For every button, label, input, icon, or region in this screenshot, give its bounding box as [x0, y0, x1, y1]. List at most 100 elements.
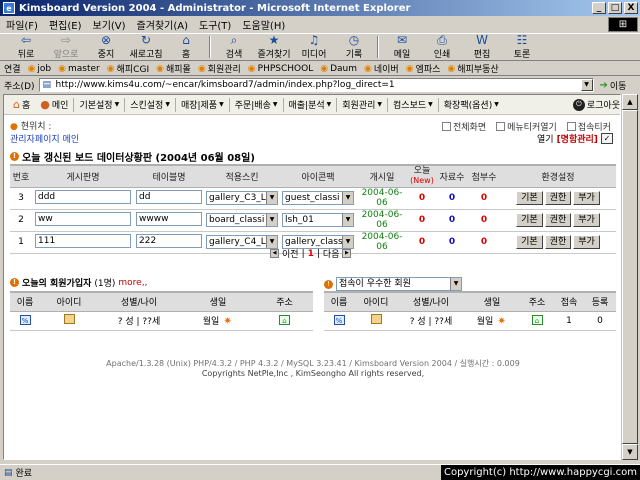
permission-button[interactable]: 권한 — [544, 191, 572, 205]
maximize-button[interactable]: □ — [608, 2, 622, 14]
toolbar-back-arrow-button[interactable]: ⇦ 뒤로 — [6, 34, 46, 61]
table-name-input[interactable]: 222 — [136, 233, 202, 248]
next-arrow-icon[interactable]: ▶ — [342, 249, 352, 258]
permission-button[interactable]: 권한 — [544, 235, 572, 249]
cell-today: 0 — [408, 231, 436, 254]
table-name-input[interactable]: dd — [136, 189, 202, 204]
nav-item[interactable]: 회원관리 ▼ — [337, 98, 387, 111]
card-manage-link[interactable]: [명함관리] — [557, 132, 598, 145]
extra-button[interactable]: 부가 — [573, 191, 600, 205]
iconpack-select[interactable]: lsh_01 ▼ — [282, 213, 354, 227]
basic-button[interactable]: 기본 — [516, 191, 543, 205]
home-address-icon[interactable]: ⌂ — [279, 315, 290, 325]
checkbox[interactable] — [496, 122, 506, 131]
prev-arrow-icon[interactable]: ◀ — [270, 249, 279, 258]
iconpack-select[interactable]: guest_classi ▼ — [282, 191, 354, 205]
address-input[interactable]: ▤ http://www.kims4u.com/~encar/kimsboard… — [38, 78, 594, 92]
toolbar-stop-button[interactable]: ⊗ 중지 — [86, 34, 126, 61]
link-item[interactable]: ◉ 해피부동산 — [447, 62, 498, 76]
checkbox[interactable] — [442, 122, 451, 131]
vertical-scrollbar[interactable]: ▲ ▼ — [621, 94, 638, 460]
go-button[interactable]: ➔ 이동 — [600, 79, 627, 92]
mail-icon[interactable] — [63, 314, 75, 324]
nav-main[interactable]: ● 메인 — [35, 98, 73, 111]
skin-select[interactable]: gallery_C4_L ▼ — [206, 235, 278, 249]
nav-item[interactable]: 주문|배송 ▼ — [230, 98, 283, 111]
scroll-up-icon[interactable]: ▲ — [622, 94, 638, 110]
col-gender-age: 성별/나이 — [398, 291, 464, 312]
menu-view[interactable]: 보기(V) — [93, 17, 126, 32]
menu-file[interactable]: 파일(F) — [6, 17, 38, 32]
link-item[interactable]: ◉ 해피CGI — [107, 62, 149, 76]
col-count: 자료수 — [436, 164, 468, 188]
check-fullscreen[interactable]: 전체화면 — [442, 120, 486, 133]
toolbar-media-button[interactable]: ♫ 미디어 — [294, 34, 334, 61]
menu-edit[interactable]: 편집(E) — [49, 17, 82, 32]
nav-item-label: 기본설정 — [79, 101, 113, 111]
table-name-input[interactable]: wwww — [136, 211, 202, 226]
link-item[interactable]: ◉ 회원관리 — [198, 62, 241, 76]
col-name: 이름 — [10, 291, 40, 312]
menu-favorites[interactable]: 즐겨찾기(A) — [137, 17, 188, 32]
link-item[interactable]: ◉ Daum — [320, 64, 357, 74]
board-name-input[interactable]: ddd — [35, 189, 131, 204]
menu-help[interactable]: 도움말(H) — [242, 17, 285, 32]
link-item[interactable]: ◉ 해피몰 — [156, 62, 191, 76]
prev-link[interactable]: 이전 — [282, 247, 299, 260]
nav-item[interactable]: 스킨설정 ▼ — [125, 98, 175, 111]
confirm-check-icon[interactable]: ✓ — [600, 133, 613, 144]
scroll-down-icon[interactable]: ▼ — [622, 444, 638, 460]
toolbar-refresh-button[interactable]: ↻ 새로고침 — [126, 34, 166, 61]
link-item[interactable]: ◉ master — [58, 64, 100, 74]
nav-item[interactable]: 매출|분석 ▼ — [284, 98, 337, 111]
location-value[interactable]: 관리자페이지 메인 — [10, 132, 79, 145]
skin-select[interactable]: gallery_C3_L ▼ — [206, 191, 278, 205]
extra-button[interactable]: 부가 — [573, 235, 600, 249]
toolbar-home-button[interactable]: ⌂ 홈 — [166, 34, 206, 61]
link-item[interactable]: ◉ PHPSCHOOL — [248, 64, 313, 74]
basic-button[interactable]: 기본 — [516, 235, 543, 249]
extra-button[interactable]: 부가 — [573, 213, 600, 227]
profile-icon[interactable]: % — [19, 315, 31, 325]
nav-item[interactable]: 컴스보드 ▼ — [388, 98, 438, 111]
cell-id — [354, 311, 398, 331]
more-link[interactable]: more,, — [118, 278, 147, 288]
cell-birthday: 월일 ✷ — [464, 311, 520, 331]
main-icon: ● — [40, 98, 50, 111]
current-page[interactable]: 1 — [308, 249, 314, 259]
nav-item[interactable]: 확장팩(옵션) ▼ — [439, 98, 504, 111]
minimize-button[interactable]: _ — [592, 2, 606, 14]
nav-home[interactable]: ⌂ 홈 — [8, 98, 35, 111]
checkbox[interactable] — [566, 122, 576, 131]
rank-select[interactable]: 접속이 우수한 회원 ▼ — [336, 277, 462, 291]
scroll-thumb[interactable] — [622, 110, 638, 444]
link-item[interactable]: ◉ 엠파스 — [406, 62, 441, 76]
nav-item[interactable]: 매장|제품 ▼ — [176, 98, 229, 111]
link-item[interactable]: ◉ 네이버 — [364, 62, 399, 76]
toolbar-history-button[interactable]: ◷ 기록 — [334, 34, 374, 61]
menu-tools[interactable]: 도구(T) — [199, 17, 231, 32]
toolbar-edit-button[interactable]: W 편집 — [462, 34, 502, 61]
basic-button[interactable]: 기본 — [516, 213, 543, 227]
home-address-icon[interactable]: ⌂ — [531, 315, 543, 325]
house-icon: ⌂ — [13, 98, 20, 111]
board-name-input[interactable]: 111 — [35, 233, 131, 248]
profile-icon[interactable]: % — [333, 315, 345, 325]
toolbar-discuss-button[interactable]: ☷ 토론 — [502, 34, 542, 61]
toolbar-favorites-button[interactable]: ★ 즐겨찾기 — [254, 34, 294, 61]
close-button[interactable]: X — [624, 2, 638, 14]
link-item[interactable]: ◉ job — [28, 64, 52, 74]
next-link[interactable]: 다음 — [323, 247, 340, 260]
go-arrow-icon: ➔ — [599, 79, 608, 91]
board-name-input[interactable]: ww — [35, 211, 131, 226]
nav-item[interactable]: 기본설정 ▼ — [74, 98, 124, 111]
skin-select[interactable]: board_classi ▼ — [206, 213, 278, 227]
toolbar-print-button[interactable]: ⎙ 인쇄 — [422, 34, 462, 61]
toolbar-mail-button[interactable]: ✉ 메일 — [382, 34, 422, 61]
toolbar-search-button[interactable]: ⌕ 검색 — [214, 34, 254, 61]
address-dropdown-button[interactable]: ▼ — [580, 79, 593, 91]
toolbar-label: 뒤로 — [17, 50, 35, 60]
permission-button[interactable]: 권한 — [544, 213, 572, 227]
logout-button[interactable]: ⏻ 로그아웃 — [572, 98, 620, 111]
mail-icon[interactable] — [370, 314, 382, 324]
